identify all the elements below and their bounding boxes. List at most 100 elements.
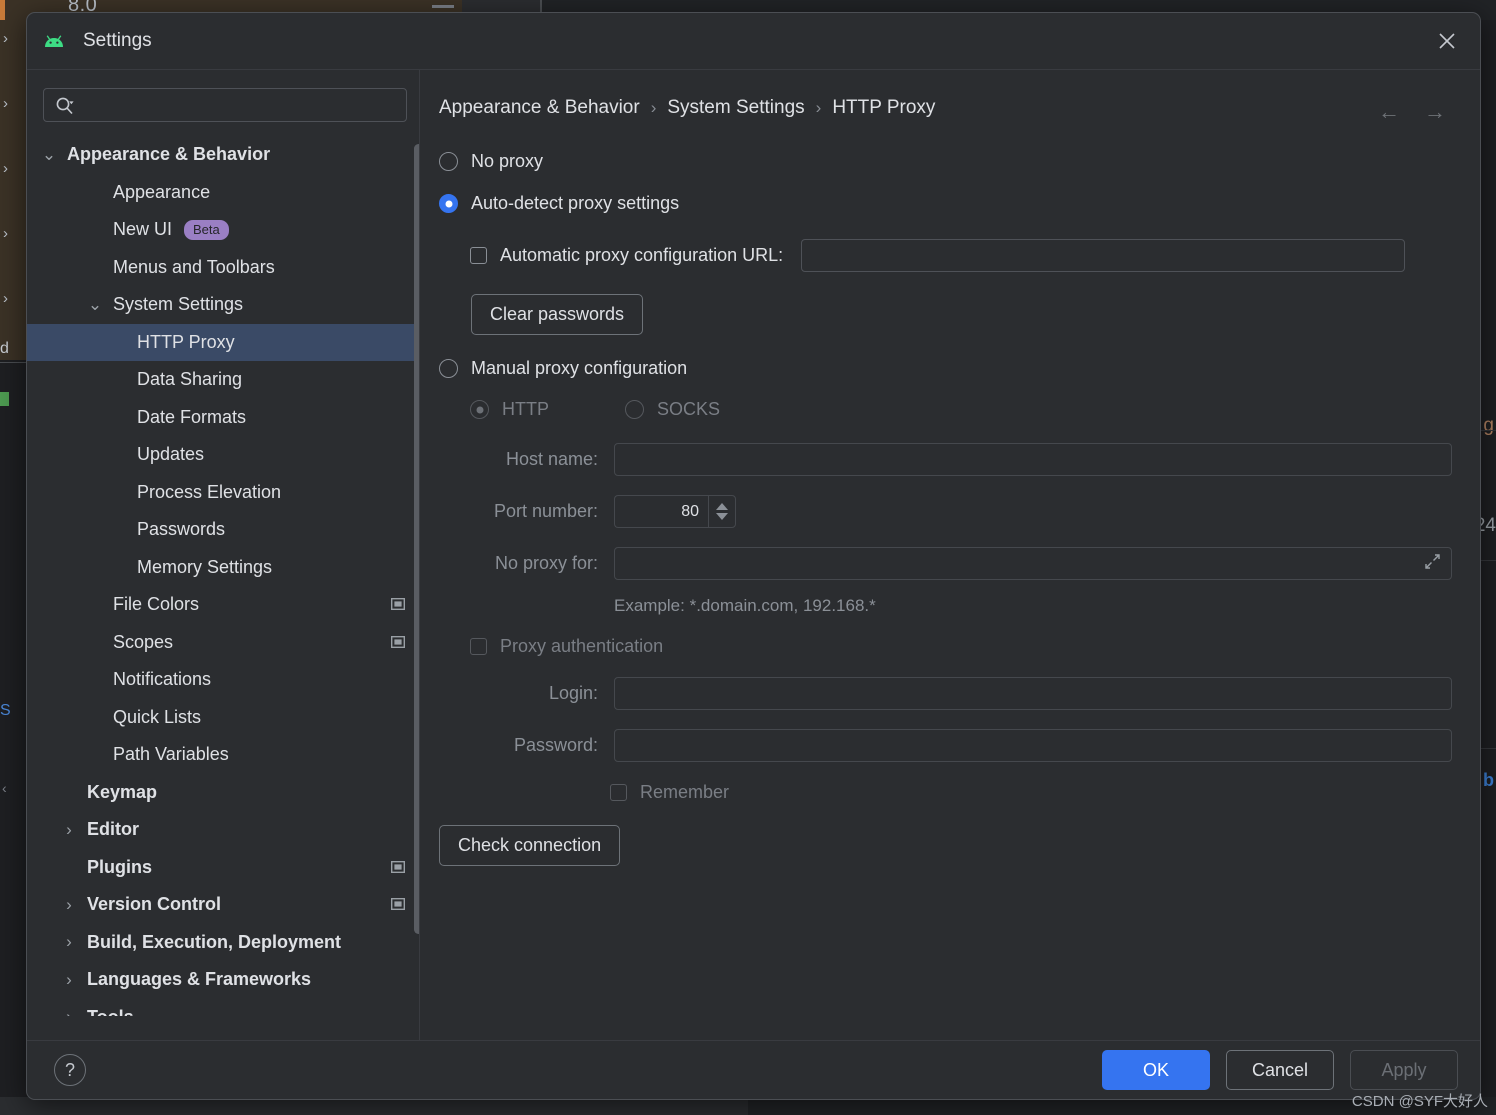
sidebar-item-http-proxy[interactable]: HTTP Proxy [27,323,419,361]
ok-button[interactable]: OK [1102,1050,1210,1090]
auto-config-url-input[interactable] [801,239,1406,272]
sidebar-item-keymap[interactable]: Keymap [27,774,419,812]
sidebar-item-quick-lists[interactable]: Quick Lists [27,699,419,737]
sidebar-item-label: HTTP Proxy [137,331,235,352]
bg-left-strip [0,20,28,360]
protocol-row: HTTP SOCKS [470,399,1480,420]
manual-proxy-label: Manual proxy configuration [471,358,688,378]
chevron-down-icon[interactable]: ⌄ [87,295,103,315]
search-box[interactable] [43,88,407,122]
apply-button[interactable]: Apply [1350,1050,1458,1090]
sidebar-item-process-elevation[interactable]: Process Elevation [27,474,419,512]
search-icon [56,97,74,114]
arrow-left-icon[interactable]: ← [1378,99,1400,125]
auto-detect-label: Auto-detect proxy settings [471,193,680,213]
password-label: Password: [513,735,598,755]
sidebar-item-memory-settings[interactable]: Memory Settings [27,549,419,587]
chevron-right-icon[interactable]: › [61,932,77,952]
sidebar-item-languages-frameworks[interactable]: › Languages & Frameworks [27,961,419,999]
socks-radio[interactable] [625,400,644,419]
no-proxy-radio[interactable] [439,152,458,171]
port-number-input[interactable] [614,495,708,528]
no-proxy-for-input[interactable] [614,547,1452,580]
breadcrumb-item[interactable]: Appearance & Behavior [439,97,640,119]
sidebar-item-label: Quick Lists [113,706,202,727]
port-number-label: Port number: [493,501,598,521]
stepper-down-icon[interactable] [716,513,728,520]
nav-arrows: ← → [1378,99,1446,125]
sidebar-item-path-variables[interactable]: Path Variables [27,736,419,774]
login-input[interactable] [614,677,1452,710]
sidebar-item-plugins[interactable]: Plugins [27,849,419,887]
settings-sidebar: ⌄ Appearance & Behavior Appearance New UI Be… [27,70,419,1041]
sidebar-item-system-settings[interactable]: ⌄ System Settings [27,286,419,324]
bg-minimize-icon [432,5,454,8]
remember-checkbox[interactable] [610,784,627,801]
auto-detect-radio[interactable] [439,194,458,213]
footer-actions: OK Cancel Apply [1102,1050,1458,1090]
chevron-right-icon[interactable]: › [61,895,77,915]
sidebar-item-data-sharing[interactable]: Data Sharing [27,361,419,399]
sidebar-item-tools[interactable]: › Tools [27,999,419,1016]
sidebar-item-label: Editor [87,819,139,840]
sidebar-item-appearance-behavior[interactable]: ⌄ Appearance & Behavior [27,136,419,174]
breadcrumb-item[interactable]: HTTP Proxy [832,97,935,119]
sidebar-item-scopes[interactable]: Scopes [27,624,419,662]
close-icon[interactable] [1432,26,1462,56]
sidebar-item-label: Plugins [87,856,153,877]
settings-tree[interactable]: ⌄ Appearance & Behavior Appearance New UI Be… [27,136,419,1016]
sidebar-item-label: New UI [113,219,173,240]
port-number-stepper[interactable] [614,495,736,528]
search-input[interactable] [74,96,406,114]
arrow-right-icon[interactable]: → [1424,99,1446,125]
expand-icon[interactable] [1424,553,1441,575]
sidebar-item-appearance[interactable]: Appearance [27,174,419,212]
dialog-titlebar: Settings [27,13,1480,70]
login-label: Login: [548,683,598,703]
chevron-down-icon[interactable]: ⌄ [41,145,57,165]
breadcrumb-item[interactable]: System Settings [667,97,804,119]
port-stepper-buttons[interactable] [708,495,736,528]
host-name-input[interactable] [614,443,1452,476]
sidebar-item-menus-and-toolbars[interactable]: Menus and Toolbars [27,249,419,287]
chevron-right-icon[interactable]: › [61,820,77,840]
http-radio[interactable] [470,400,489,419]
breadcrumb-separator: › [650,98,657,117]
manual-proxy-radio[interactable] [439,359,458,378]
sidebar-item-file-colors[interactable]: File Colors [27,586,419,624]
sidebar-scrollbar[interactable] [414,136,419,1016]
manual-proxy-row[interactable]: Manual proxy configuration [439,358,1480,379]
help-button[interactable]: ? [54,1054,86,1086]
sidebar-item-label: Data Sharing [137,369,243,390]
chevron-right-icon[interactable]: › [61,1007,77,1016]
project-scope-icon [390,894,406,915]
no-proxy-row[interactable]: No proxy [439,151,1480,172]
scrollbar-thumb[interactable] [414,144,419,934]
proxy-authentication-checkbox[interactable] [470,638,487,655]
clear-passwords-button[interactable]: Clear passwords [471,294,644,335]
sidebar-item-label: Languages & Frameworks [87,969,312,990]
chevron-right-icon[interactable]: › [61,970,77,990]
sidebar-item-build-execution-deployment[interactable]: › Build, Execution, Deployment [27,924,419,962]
sidebar-item-updates[interactable]: Updates [27,436,419,474]
check-connection-button[interactable]: Check connection [439,825,621,866]
password-input[interactable] [614,729,1452,762]
sidebar-item-label: Updates [137,444,205,465]
bg-text-fragment: S [0,702,11,719]
sidebar-item-version-control[interactable]: › Version Control [27,886,419,924]
sidebar-item-label: Path Variables [113,744,229,765]
sidebar-item-editor[interactable]: › Editor [27,811,419,849]
bg-text-fragment: d [0,340,9,357]
sidebar-item-label: Version Control [87,894,222,915]
auto-config-url-checkbox[interactable] [470,247,487,264]
sidebar-item-passwords[interactable]: Passwords [27,511,419,549]
sidebar-item-notifications[interactable]: Notifications [27,661,419,699]
auto-detect-row[interactable]: Auto-detect proxy settings [439,193,1480,214]
watermark: CSDN @SYF大好人 [1351,1093,1488,1110]
stepper-up-icon[interactable] [716,503,728,510]
sidebar-item-date-formats[interactable]: Date Formats [27,399,419,437]
cancel-button[interactable]: Cancel [1226,1050,1334,1090]
sidebar-item-label: Memory Settings [137,556,273,577]
sidebar-item-label: Notifications [113,669,212,690]
sidebar-item-new-ui[interactable]: New UI Beta [27,211,419,249]
